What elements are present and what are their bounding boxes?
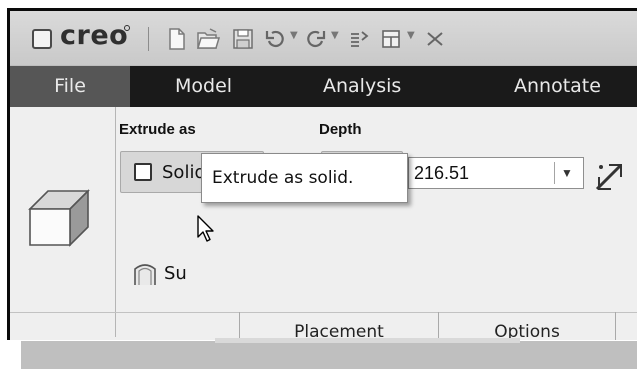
flip-direction-icon[interactable]	[593, 159, 627, 199]
title-bar: creo ▼ ▼ ▼	[10, 11, 637, 66]
creo-logo-text: creo	[60, 19, 129, 51]
tab-analysis[interactable]: Analysis	[323, 66, 401, 107]
scroll-bar[interactable]	[215, 338, 520, 343]
new-icon[interactable]	[166, 27, 188, 51]
separator	[554, 162, 555, 184]
windows-icon[interactable]	[380, 27, 402, 51]
extrude-feature-icon	[26, 187, 92, 255]
creo-window: creo ▼ ▼ ▼ File Model Analysis Annotate …	[7, 8, 637, 362]
open-icon[interactable]	[196, 27, 222, 51]
surface-icon	[132, 261, 158, 291]
tooltip-text: Extrude as solid.	[212, 168, 354, 188]
graphics-area-edge	[21, 341, 637, 369]
ribbon-separator	[115, 107, 116, 337]
solid-icon	[134, 163, 152, 181]
tab-annotate[interactable]: Annotate	[514, 66, 601, 107]
undo-icon[interactable]	[264, 27, 286, 51]
undo-dropdown-icon[interactable]: ▼	[290, 30, 298, 41]
tab-model[interactable]: Model	[175, 66, 232, 107]
redo-dropdown-icon[interactable]: ▼	[331, 30, 339, 41]
ribbon-tab-bar: File Model Analysis Annotate	[10, 66, 637, 107]
extrude-ribbon: Extrude as Depth Solid ▼ 216.51 ▼	[10, 107, 637, 357]
surface-label: Su	[164, 263, 187, 284]
tab-file[interactable]: File	[10, 66, 130, 107]
separator	[148, 27, 149, 51]
depth-label: Depth	[319, 121, 362, 138]
save-icon[interactable]	[232, 27, 254, 51]
windows-dropdown-icon[interactable]: ▼	[407, 30, 415, 41]
tooltip: Extrude as solid.	[201, 153, 408, 203]
extrude-as-label: Extrude as	[119, 121, 196, 138]
redo-icon[interactable]	[305, 27, 327, 51]
depth-value-input[interactable]: 216.51 ▼	[408, 157, 584, 189]
chevron-down-icon[interactable]: ▼	[561, 166, 573, 180]
regenerate-icon[interactable]	[348, 27, 370, 51]
close-icon[interactable]	[424, 27, 446, 51]
solid-label: Solid	[162, 162, 206, 183]
mouse-pointer-icon	[197, 215, 217, 247]
logo-dot-icon	[124, 25, 130, 31]
creo-logo-icon	[32, 29, 52, 49]
depth-value: 216.51	[414, 163, 470, 183]
